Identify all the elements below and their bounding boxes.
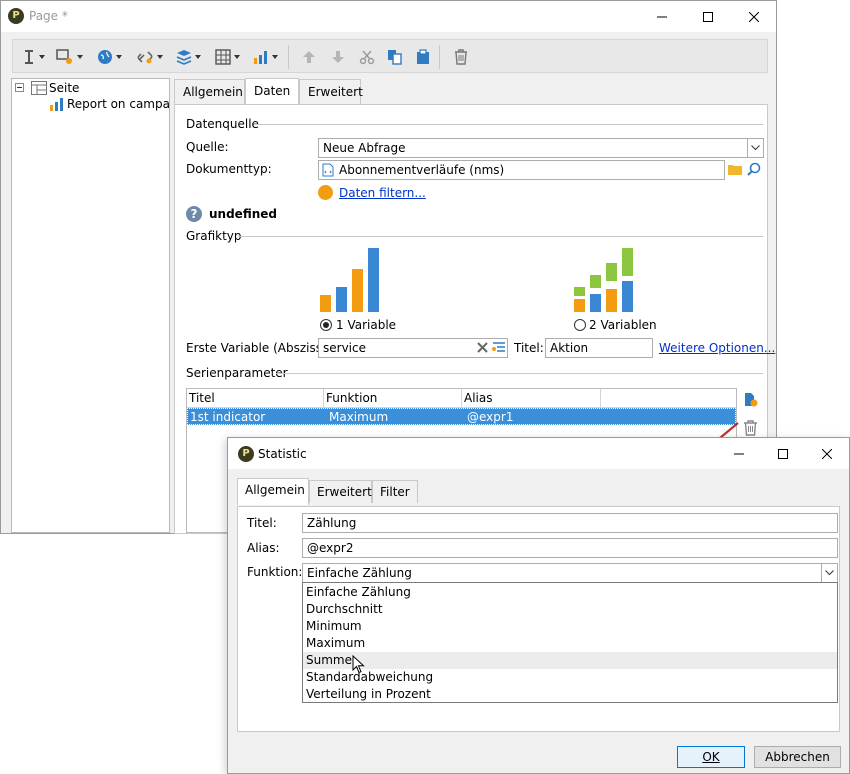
dialog-alias-field[interactable]: @expr2 <box>302 538 838 558</box>
dialog-titel-label: Titel: <box>247 516 277 530</box>
maximize-icon <box>778 448 788 459</box>
cancel-button[interactable]: Abbrechen <box>754 746 841 768</box>
app-logo-icon: P <box>238 446 254 462</box>
ok-label: OK <box>702 750 720 764</box>
dialog-alias-label: Alias: <box>247 541 280 555</box>
close-button[interactable] <box>804 438 850 469</box>
option-minimum[interactable]: Minimum <box>303 618 837 635</box>
close-icon <box>822 448 832 459</box>
ok-button[interactable]: OK <box>677 746 745 768</box>
option-durchschnitt[interactable]: Durchschnitt <box>303 601 837 618</box>
minimize-button[interactable] <box>716 438 762 469</box>
dialog-title-bar: P Statistic <box>228 438 849 469</box>
mouse-cursor-icon <box>352 655 365 674</box>
maximize-button[interactable] <box>760 438 806 469</box>
dialog-funktion-select[interactable]: Einfache Zählung <box>302 563 838 583</box>
chevron-down-icon <box>825 570 834 576</box>
option-standardabweichung[interactable]: Standardabweichung <box>303 669 837 686</box>
tab-daten[interactable]: Daten <box>245 78 299 104</box>
dialog-funktion-label: Funktion: <box>247 565 303 579</box>
option-verteilung-in-prozent[interactable]: Verteilung in Prozent <box>303 686 837 703</box>
dialog-title: Statistic <box>258 447 307 461</box>
dialog-alias-value: @expr2 <box>307 541 354 555</box>
dialog-tab-allgemein[interactable]: Allgemein <box>237 478 309 505</box>
option-einfache-zaehlung[interactable]: Einfache Zählung <box>303 584 837 601</box>
minimize-icon <box>734 453 744 454</box>
dialog-tab-erweitert[interactable]: Erweitert <box>309 480 372 503</box>
funktion-dropdown-button[interactable] <box>821 564 837 582</box>
dialog-funktion-value: Einfache Zählung <box>307 566 412 580</box>
funktion-dropdown-list: Einfache Zählung Durchschnitt Minimum Ma… <box>302 582 838 703</box>
option-maximum[interactable]: Maximum <box>303 635 837 652</box>
option-summe[interactable]: Summe <box>303 652 837 669</box>
dialog-tab-filter[interactable]: Filter <box>372 480 418 503</box>
dialog-titel-field[interactable]: Zählung <box>302 513 838 533</box>
dialog-titel-value: Zählung <box>307 516 357 530</box>
